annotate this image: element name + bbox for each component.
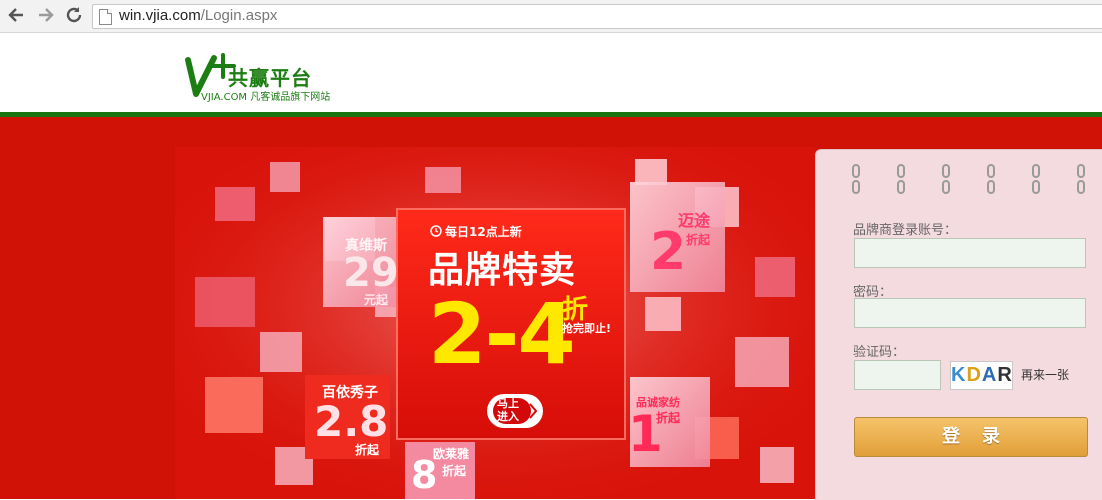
logo-title: 共赢平台 <box>228 66 312 90</box>
captcha-char: K <box>951 364 967 386</box>
tile-suffix-1: 元起 <box>364 293 389 307</box>
login-panel: 品牌商登录账号： 密码： 验证码： KDAR 再来一张 登录 <box>815 149 1102 500</box>
captcha-label: 验证码： <box>853 345 906 360</box>
arrow-left-icon <box>8 8 23 22</box>
captcha-char: R <box>997 364 1013 386</box>
tile-number-3: 2.8 <box>314 397 389 446</box>
reload-icon <box>66 7 82 23</box>
account-input[interactable] <box>854 238 1086 268</box>
tile-suffix-2: 折起 <box>686 233 711 247</box>
banner-tag: 每日12点上新 <box>445 225 522 239</box>
enter-line-2: 进入 <box>497 410 519 423</box>
account-label: 品牌商登录账号： <box>853 223 958 238</box>
logo-subtitle: VJIA.COM 凡客诚品旗下网站 <box>201 92 331 103</box>
binder-ring-icon <box>1076 164 1086 196</box>
binder-ring-icon <box>896 164 906 196</box>
url-path: /Login.aspx <box>200 7 278 24</box>
binder-ring-icon <box>941 164 951 196</box>
banner-discount: 2-4 <box>428 285 576 383</box>
captcha-image[interactable]: KDAR <box>950 361 1013 390</box>
tile-suffix-5: 折起 <box>442 464 467 478</box>
tile-number-2: 2 <box>650 222 687 282</box>
tile-brand-5: 欧莱雅 <box>433 447 470 461</box>
binder-ring-icon <box>851 164 861 196</box>
binder-ring-icon <box>986 164 996 196</box>
login-button[interactable]: 登录 <box>854 417 1088 457</box>
address-bar[interactable]: win.vjia.com/Login.aspx <box>92 4 1102 29</box>
site-header <box>0 33 1102 113</box>
reload-button[interactable] <box>63 5 85 27</box>
clock-icon <box>430 225 442 237</box>
captcha-char: A <box>981 364 998 386</box>
banner-discount-note: 抢完即止! <box>562 322 612 335</box>
browser-toolbar: win.vjia.com/Login.aspx <box>0 0 1102 33</box>
url-text[interactable]: win.vjia.com/Login.aspx <box>119 7 277 25</box>
password-input[interactable] <box>854 298 1086 328</box>
tile-suffix-4: 折起 <box>656 411 681 425</box>
tile-number-1: 29 <box>343 250 399 296</box>
back-button[interactable] <box>5 5 27 27</box>
arrow-right-icon <box>39 8 54 22</box>
enter-button[interactable]: 马上 进入 <box>487 394 543 428</box>
tile-suffix-3: 折起 <box>355 443 380 457</box>
chevron-right-icon <box>529 403 538 419</box>
refresh-captcha-link[interactable]: 再来一张 <box>1021 366 1069 383</box>
enter-line-1: 马上 <box>497 397 519 410</box>
captcha-char: D <box>966 364 982 386</box>
url-host: win.vjia.com <box>119 7 201 24</box>
captcha-input[interactable] <box>854 360 941 390</box>
tile-number-5: 8 <box>411 453 438 497</box>
forward-button[interactable] <box>35 5 57 27</box>
binder-ring-icon <box>1031 164 1041 196</box>
page-icon <box>99 9 112 25</box>
